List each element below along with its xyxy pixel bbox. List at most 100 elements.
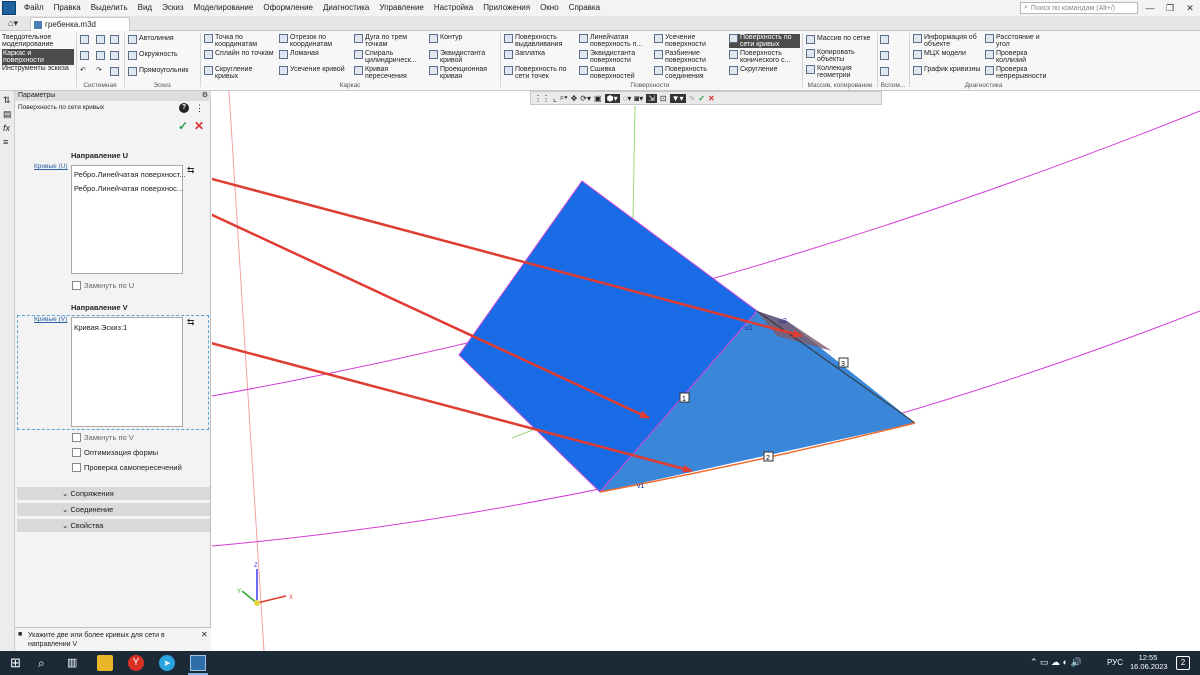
task-view-icon[interactable]: ▥	[67, 655, 83, 671]
clock[interactable]: 12:55 16.06.2023	[1130, 653, 1168, 671]
paste-icon[interactable]	[110, 51, 121, 60]
surf-grid-button-2[interactable]: Поверхность по сети точек	[504, 66, 575, 80]
save-icon[interactable]	[80, 51, 91, 60]
section-connection[interactable]: ⌄ Соединение	[17, 503, 210, 517]
menu-item-5[interactable]: Моделирование	[188, 0, 258, 16]
pan-icon[interactable]: ✥	[571, 94, 578, 103]
model-tree-icon[interactable]: ▤	[3, 109, 12, 120]
pencil-icon[interactable]: ✎	[689, 94, 696, 103]
rotate-icon[interactable]: ⟳▾	[580, 94, 591, 103]
surf-grid-button-4[interactable]: Эквидистанта поверхности	[579, 50, 650, 64]
frame-grid-button-5[interactable]: Усечение кривой	[279, 66, 350, 75]
curves-u-list[interactable]: Ребро.Линейчатая поверхност... Ребро.Лин…	[71, 165, 186, 274]
menu-item-12[interactable]: Справка	[564, 0, 605, 16]
list-options-icon[interactable]: ⇆	[187, 317, 195, 328]
mode-solid-modeling[interactable]: Твердотельное моделирование	[2, 34, 74, 48]
diag-grid-button-1[interactable]: МЦХ модели	[913, 50, 981, 59]
frame-grid-button-0[interactable]: Точка по координатам	[204, 34, 275, 48]
gear-icon[interactable]: ⚙	[202, 91, 208, 101]
variables-icon[interactable]: fx	[3, 123, 10, 133]
surf-grid-button-1[interactable]: Заплатка	[504, 50, 575, 59]
file-explorer-icon[interactable]	[97, 655, 113, 671]
surf-grid-button-11[interactable]: Скругление	[729, 66, 800, 75]
menu-item-0[interactable]: Файл	[19, 0, 49, 16]
diag-grid-button-4[interactable]: Проверка коллизий	[985, 50, 1053, 64]
list-options-icon[interactable]: ⇆	[187, 165, 195, 176]
properties-icon[interactable]	[110, 67, 121, 76]
section-view-icon[interactable]: ◙▾	[634, 94, 643, 103]
notifications-icon[interactable]: 2	[1176, 656, 1190, 670]
surf-grid-button-0[interactable]: Поверхность выдавливания	[504, 34, 575, 48]
tree-icon[interactable]: ⋮	[195, 103, 204, 114]
menu-item-2[interactable]: Выделить	[86, 0, 133, 16]
hide-icon[interactable]: ◌▾	[623, 94, 632, 103]
menu-item-4[interactable]: Эскиз	[157, 0, 188, 16]
kompas-app-icon[interactable]	[190, 655, 206, 671]
aux-tool-3-icon[interactable]	[880, 67, 891, 76]
document-tab[interactable]: гребенка.m3d	[30, 17, 130, 31]
home-icon[interactable]: ⌂▾	[2, 17, 24, 30]
language-indicator[interactable]: РУС	[1107, 658, 1123, 667]
aux-tool-2-icon[interactable]	[880, 51, 891, 60]
redo-icon[interactable]: ↷	[96, 67, 102, 74]
curves-v-link[interactable]: Кривые (V)	[34, 316, 67, 323]
frame-grid-button-2[interactable]: Скругление кривых	[204, 66, 275, 80]
surf-grid-button-3[interactable]: Линейчатая поверхность п...	[579, 34, 650, 48]
maximize-button[interactable]: ❐	[1160, 0, 1180, 16]
selfcheck-checkbox[interactable]	[72, 463, 81, 472]
copy-objects-button[interactable]: Копировать объекты	[806, 49, 874, 63]
snap-icon[interactable]: ⇲	[646, 93, 657, 103]
autoline-button[interactable]: Автолиния	[128, 35, 174, 44]
frame-grid-button-11[interactable]: Проекционная кривая	[429, 66, 500, 80]
geometry-collection-button[interactable]: Коллекция геометрии	[806, 65, 874, 79]
closed-u-checkbox[interactable]	[72, 281, 81, 290]
mode-wireframe-surfaces[interactable]: Каркас и поверхности	[2, 49, 74, 65]
menu-item-11[interactable]: Окно	[535, 0, 564, 16]
curves-v-list[interactable]: Кривая.Эскиз:1	[71, 317, 183, 427]
search-icon[interactable]: ⌕	[38, 655, 54, 671]
windows-start-icon[interactable]: ⊞	[10, 655, 26, 671]
surf-grid-button-10[interactable]: Поверхность конического с...	[729, 50, 800, 64]
parameters-icon[interactable]: ⇅	[3, 95, 11, 106]
grid-toggle-icon[interactable]: ⋮⋮	[534, 94, 550, 103]
menu-item-3[interactable]: Вид	[133, 0, 157, 16]
frame-grid-button-10[interactable]: Эквидистанта кривой	[429, 50, 500, 64]
command-search-input[interactable]: ⌕ Поиск по командам (Alt+/)	[1020, 2, 1138, 14]
surf-grid-button-5[interactable]: Сшивка поверхностей	[579, 66, 650, 80]
frame-grid-button-9[interactable]: Контур	[429, 34, 500, 43]
layers-icon[interactable]: ≡	[3, 137, 8, 147]
rectangle-button[interactable]: Прямоугольник	[128, 67, 188, 76]
menu-item-8[interactable]: Управление	[374, 0, 428, 16]
curve-u-item-2[interactable]: Ребро.Линейчатая поверхнос...	[74, 184, 183, 193]
menu-item-10[interactable]: Приложения	[478, 0, 535, 16]
frame-grid-button-8[interactable]: Кривая пересечения	[354, 66, 425, 80]
curve-v-item-1[interactable]: Кривая.Эскиз:1	[74, 323, 127, 332]
yandex-browser-icon[interactable]: Y	[128, 655, 144, 671]
frame-grid-button-7[interactable]: Спираль цилиндрическ...	[354, 50, 425, 64]
section-properties[interactable]: ⌄ Свойства	[17, 519, 210, 533]
mode-sketch-tools[interactable]: Инструменты эскиза	[2, 65, 74, 72]
aux-tool-1-icon[interactable]	[880, 35, 891, 44]
new-file-icon[interactable]	[80, 35, 91, 44]
diag-grid-button-2[interactable]: График кривизны	[913, 66, 981, 75]
confirm-checkmark-icon[interactable]: ✓	[178, 119, 188, 133]
surf-grid-button-8[interactable]: Поверхность соединения	[654, 66, 725, 80]
surf-grid-button-7[interactable]: Разбиение поверхности	[654, 50, 725, 64]
filter-icon[interactable]: ▼▾	[669, 93, 686, 103]
section-fillets[interactable]: ⌄ Сопряжения	[17, 487, 210, 501]
close-window-button[interactable]: ✕	[1180, 0, 1200, 16]
circle-button[interactable]: Окружность	[128, 51, 178, 60]
curves-u-link[interactable]: Кривые (U)	[34, 163, 68, 170]
diag-grid-button-0[interactable]: Информация об объекте	[913, 34, 981, 48]
3d-viewport[interactable]: u1 u2 v1 1 2 3 Z X Y ⋮⋮ ⌞ ⌕▾ ✥ ⟳▾ ▣ ⬢▾ ◌…	[212, 91, 1200, 651]
zoom-icon[interactable]: ⌕▾	[560, 93, 568, 103]
apply-checkmark-icon[interactable]: ✓	[698, 94, 705, 103]
orientation-icon[interactable]: ⌞	[553, 94, 557, 103]
app-logo-icon[interactable]	[2, 1, 16, 15]
measure-icon[interactable]: ⊡	[660, 94, 667, 103]
minimize-button[interactable]: —	[1140, 0, 1160, 16]
surf-grid-button-9[interactable]: Поверхность по сети кривых	[729, 34, 800, 48]
menu-item-7[interactable]: Диагностика	[318, 0, 374, 16]
grid-array-button[interactable]: Массив по сетке	[806, 35, 870, 44]
cancel-x-icon[interactable]: ✕	[194, 119, 204, 133]
